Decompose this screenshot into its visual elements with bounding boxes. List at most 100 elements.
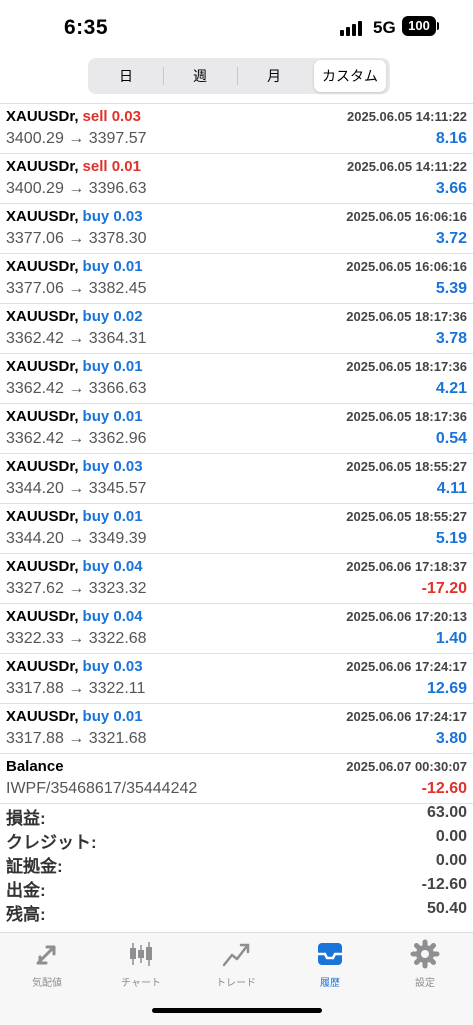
trade-prices: 3362.42 → 3366.63 — [6, 380, 147, 397]
trade-time: 2025.06.05 18:55:27 — [346, 459, 467, 474]
trade-row[interactable]: XAUUSDr, buy 0.01 2025.06.05 18:55:27 334… — [0, 504, 473, 554]
balance-amount: -12.60 — [421, 780, 467, 797]
settings-icon — [410, 939, 440, 969]
tab-label: 履歴 — [320, 978, 340, 989]
trade-row[interactable]: XAUUSDr, buy 0.01 2025.06.05 16:06:16 337… — [0, 254, 473, 304]
trade-symbol: XAUUSDr, — [6, 358, 79, 375]
trade-row[interactable]: XAUUSDr, buy 0.03 2025.06.06 17:24:17 331… — [0, 654, 473, 704]
battery-tip — [437, 22, 439, 30]
balance-time: 2025.06.07 00:30:07 — [346, 759, 467, 774]
period-custom[interactable]: カスタム — [314, 60, 386, 92]
trade-time: 2025.06.05 16:06:16 — [346, 259, 467, 274]
trade-icon — [222, 943, 250, 967]
tab-label: 設定 — [415, 978, 435, 989]
trade-time: 2025.06.06 17:20:13 — [346, 609, 467, 624]
trade-symbol-line: XAUUSDr, sell 0.01 — [6, 158, 141, 175]
trade-direction: buy 0.04 — [82, 608, 143, 625]
balance-comment: IWPF/35468617/35444242 — [6, 780, 198, 797]
trade-symbol: XAUUSDr, — [6, 158, 79, 175]
trade-row[interactable]: XAUUSDr, buy 0.03 2025.06.05 16:06:16 337… — [0, 204, 473, 254]
trade-row[interactable]: XAUUSDr, buy 0.04 2025.06.06 17:18:37 332… — [0, 554, 473, 604]
trade-row[interactable]: XAUUSDr, buy 0.01 2025.06.05 18:17:36 336… — [0, 354, 473, 404]
trade-direction: buy 0.01 — [82, 358, 143, 375]
tab-history[interactable]: 履歴 — [290, 939, 370, 989]
period-day[interactable]: 日 — [90, 60, 162, 92]
trade-symbol: XAUUSDr, — [6, 708, 79, 725]
trade-profit: 12.69 — [426, 680, 467, 697]
trade-symbol-line: XAUUSDr, buy 0.03 — [6, 458, 143, 475]
trade-symbol-line: XAUUSDr, buy 0.03 — [6, 208, 143, 225]
trade-prices: 3317.88 → 3321.68 — [6, 730, 147, 747]
summary-label: 残高: — [6, 905, 46, 924]
period-month[interactable]: 月 — [238, 60, 310, 92]
trade-time: 2025.06.05 16:06:16 — [346, 209, 467, 224]
trade-symbol-line: XAUUSDr, buy 0.04 — [6, 608, 143, 625]
history-icon — [318, 943, 342, 965]
period-segmented-control: 日 週 月 カスタム — [88, 58, 390, 94]
trade-row[interactable]: XAUUSDr, buy 0.04 2025.06.06 17:20:13 332… — [0, 604, 473, 654]
trade-symbol-line: XAUUSDr, buy 0.01 — [6, 358, 143, 375]
summary-row-withdrawal: 出金: -12.60 — [0, 874, 473, 900]
trade-direction: buy 0.03 — [82, 208, 143, 225]
trade-time: 2025.06.05 14:11:22 — [347, 109, 467, 124]
summary-value: 50.40 — [426, 900, 467, 917]
trade-time: 2025.06.06 17:24:17 — [346, 659, 467, 674]
tab-quotes[interactable]: 気配値 — [7, 939, 87, 989]
quotes-icon — [36, 945, 56, 965]
summary-value: 0.00 — [435, 852, 467, 869]
trade-profit: 3.66 — [435, 180, 467, 197]
trade-time: 2025.06.05 14:11:22 — [347, 159, 467, 174]
trade-symbol: XAUUSDr, — [6, 658, 79, 675]
trade-profit: 3.80 — [435, 730, 467, 747]
trade-profit: 1.40 — [435, 630, 467, 647]
trade-direction: buy 0.02 — [82, 308, 143, 325]
trade-row[interactable]: XAUUSDr, buy 0.01 2025.06.05 18:17:36 336… — [0, 404, 473, 454]
trade-profit: 3.72 — [435, 230, 467, 247]
trade-prices: 3377.06 → 3382.45 — [6, 280, 147, 297]
trade-direction: buy 0.01 — [82, 258, 143, 275]
home-indicator — [152, 1008, 322, 1013]
trade-direction: buy 0.03 — [82, 458, 143, 475]
trade-time: 2025.06.06 17:24:17 — [346, 709, 467, 724]
trade-time: 2025.06.05 18:17:36 — [346, 409, 467, 424]
summary-value: 63.00 — [426, 804, 467, 821]
trade-direction: sell 0.01 — [82, 158, 141, 175]
trade-direction: buy 0.01 — [82, 508, 143, 525]
trade-row[interactable]: XAUUSDr, sell 0.01 2025.06.05 14:11:22 34… — [0, 154, 473, 204]
trade-symbol-line: XAUUSDr, sell 0.03 — [6, 108, 141, 125]
trade-symbol: XAUUSDr, — [6, 508, 79, 525]
trade-row[interactable]: XAUUSDr, buy 0.03 2025.06.05 18:55:27 334… — [0, 454, 473, 504]
trade-profit: 4.11 — [436, 480, 467, 497]
trade-prices: 3327.62 → 3323.32 — [6, 580, 147, 597]
period-week[interactable]: 週 — [164, 60, 236, 92]
trade-time: 2025.06.05 18:55:27 — [346, 509, 467, 524]
trade-symbol: XAUUSDr, — [6, 208, 79, 225]
trade-time: 2025.06.05 18:17:36 — [346, 359, 467, 374]
trade-time: 2025.06.05 18:17:36 — [346, 309, 467, 324]
trade-row[interactable]: XAUUSDr, buy 0.02 2025.06.05 18:17:36 336… — [0, 304, 473, 354]
trade-profit: 0.54 — [435, 430, 467, 447]
tab-chart[interactable]: チャート — [101, 939, 181, 989]
history-list: XAUUSDr, sell 0.03 2025.06.05 14:11:22 34… — [0, 103, 473, 804]
trade-symbol: XAUUSDr, — [6, 608, 79, 625]
trade-direction: buy 0.04 — [82, 558, 143, 575]
balance-row[interactable]: Balance 2025.06.07 00:30:07 IWPF/3546861… — [0, 754, 473, 804]
trade-direction: buy 0.03 — [82, 658, 143, 675]
trade-prices: 3317.88 → 3322.11 — [6, 680, 146, 697]
trade-prices: 3344.20 → 3349.39 — [6, 530, 147, 547]
trade-symbol-line: XAUUSDr, buy 0.02 — [6, 308, 143, 325]
trade-prices: 3322.33 → 3322.68 — [6, 630, 147, 647]
trade-symbol-line: XAUUSDr, buy 0.01 — [6, 508, 143, 525]
summary-section: 損益: 63.00 クレジット: 0.00 証拠金: 0.00 出金: -12.60 残… — [0, 802, 473, 924]
trade-row[interactable]: XAUUSDr, sell 0.03 2025.06.05 14:11:22 34… — [0, 104, 473, 154]
summary-value: 0.00 — [435, 828, 467, 845]
balance-title: Balance — [6, 758, 64, 775]
trade-symbol-line: XAUUSDr, buy 0.04 — [6, 558, 143, 575]
trade-row[interactable]: XAUUSDr, buy 0.01 2025.06.06 17:24:17 331… — [0, 704, 473, 754]
battery-icon: 100 — [402, 16, 436, 36]
tab-trade[interactable]: トレード — [196, 939, 276, 989]
trade-prices: 3400.29 → 3396.63 — [6, 180, 147, 197]
tab-settings[interactable]: 設定 — [385, 939, 465, 989]
trade-symbol: XAUUSDr, — [6, 308, 79, 325]
status-bar: 6:35 5G 100 — [0, 0, 473, 56]
